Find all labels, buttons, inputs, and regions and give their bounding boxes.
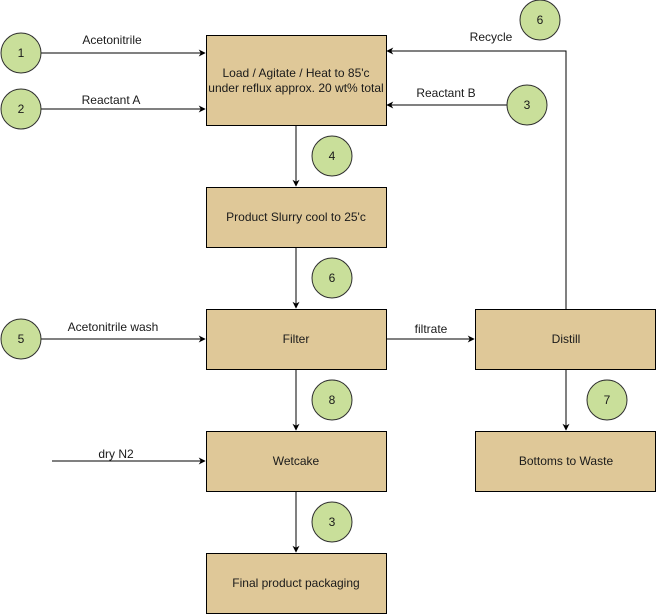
process-reactor-line2: under reflux approx. 20 wt% total: [208, 81, 383, 95]
stream-6-slurry-number: 6: [329, 271, 336, 285]
stream-8[interactable]: 8: [311, 379, 353, 421]
stream-3-packaging[interactable]: 3: [311, 501, 353, 543]
process-packaging-label: Final product packaging: [232, 576, 359, 590]
stream-5-number: 5: [18, 332, 25, 346]
process-reactor-line1: Load / Agitate / Heat to 85'c: [222, 66, 369, 80]
stream-4[interactable]: 4: [311, 135, 353, 177]
label-reactant-a: Reactant A: [82, 93, 141, 107]
process-waste-label: Bottoms to Waste: [519, 454, 614, 468]
stream-6-recycle-number: 6: [537, 13, 544, 27]
label-acetonitrile: Acetonitrile: [82, 33, 142, 47]
stream-1[interactable]: 1: [0, 32, 42, 74]
process-bottoms-to-waste[interactable]: Bottoms to Waste: [475, 431, 656, 492]
process-distill-label: Distill: [552, 332, 581, 346]
process-slurry-cool[interactable]: Product Slurry cool to 25'c: [206, 187, 387, 248]
stream-2-number: 2: [18, 102, 25, 116]
process-slurry-label: Product Slurry cool to 25'c: [226, 210, 366, 224]
stream-7-number: 7: [604, 393, 611, 407]
process-distill[interactable]: Distill: [475, 309, 656, 370]
label-reactant-b: Reactant B: [416, 86, 475, 100]
stream-6-slurry[interactable]: 6: [311, 257, 353, 299]
stream-5[interactable]: 5: [0, 318, 42, 360]
label-recycle: Recycle: [470, 30, 513, 44]
process-final-packaging[interactable]: Final product packaging: [206, 553, 387, 614]
stream-1-number: 1: [18, 46, 25, 60]
stream-3-packaging-number: 3: [329, 515, 336, 529]
stream-6-recycle[interactable]: 6: [519, 0, 561, 41]
label-filtrate: filtrate: [415, 322, 448, 336]
process-filter-label: Filter: [283, 332, 310, 346]
stream-7[interactable]: 7: [586, 379, 628, 421]
stream-3-reactant-b[interactable]: 3: [506, 84, 548, 126]
stream-8-number: 8: [329, 393, 336, 407]
stream-2[interactable]: 2: [0, 88, 42, 130]
stream-3-reactant-b-number: 3: [524, 98, 531, 112]
process-filter[interactable]: Filter: [206, 309, 387, 370]
stream-4-number: 4: [329, 149, 336, 163]
process-wetcake-label: Wetcake: [273, 454, 320, 468]
label-dry-n2: dry N2: [98, 447, 134, 461]
process-flow-diagram: Acetonitrile Reactant A Reactant B Recyc…: [0, 0, 656, 614]
label-acetonitrile-wash: Acetonitrile wash: [68, 320, 159, 334]
process-wetcake[interactable]: Wetcake: [206, 431, 387, 492]
process-reactor[interactable]: Load / Agitate / Heat to 85'c under refl…: [206, 35, 387, 126]
